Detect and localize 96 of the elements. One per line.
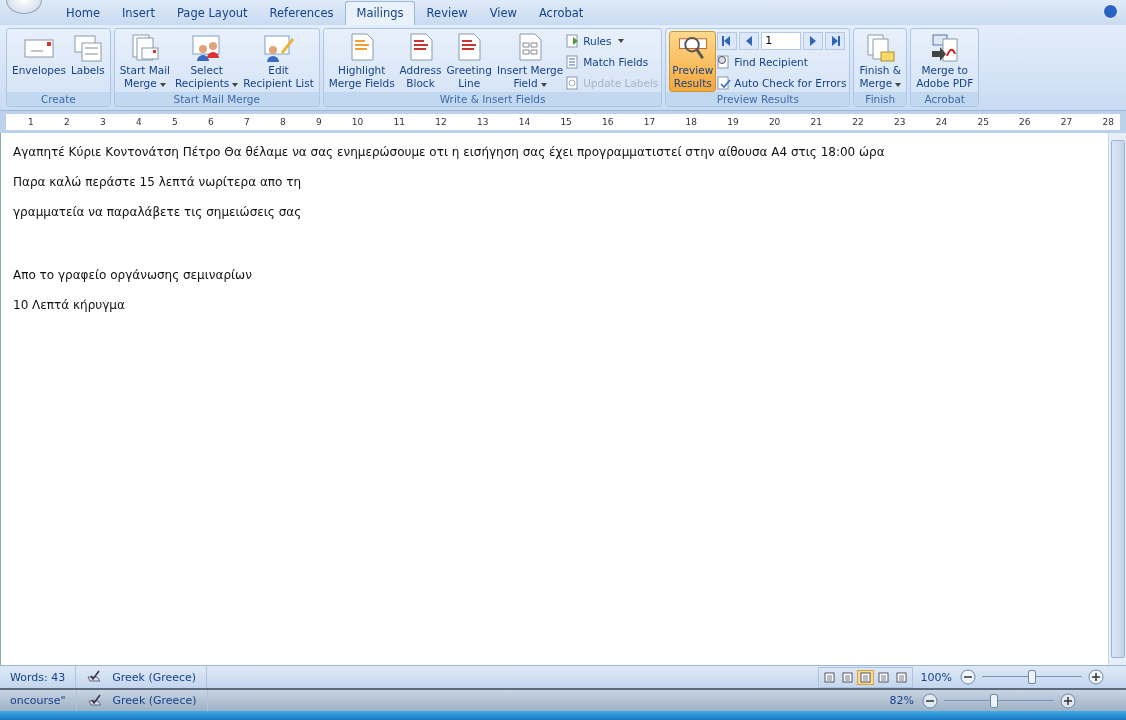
people-edit-icon [262, 32, 295, 64]
record-field[interactable]: 1 [761, 32, 802, 51]
ribbon-button[interactable]: Address Block [397, 31, 444, 92]
ribbon-button[interactable]: Envelopes [10, 31, 68, 92]
ruler-number: 24 [935, 117, 948, 127]
ruler-number: 4 [135, 117, 142, 127]
document-title: oncourse" [10, 694, 66, 707]
ruler-number: 14 [518, 117, 531, 127]
ribbon-tab[interactable]: Mailings [345, 1, 415, 25]
ribbon-tab[interactable]: Review [416, 2, 478, 25]
ribbon-button[interactable]: Finish & Merge [857, 31, 904, 92]
ruler-number: 28 [1102, 117, 1114, 127]
ruler-number: 21 [810, 117, 823, 127]
page-view-icon [823, 671, 835, 683]
page-view-icon [841, 671, 853, 683]
language-label[interactable]: Greek (Greece) [112, 694, 197, 707]
next-record-button[interactable] [803, 32, 824, 51]
ruler-number: 11 [393, 117, 405, 127]
ribbon-tab[interactable]: References [259, 2, 344, 25]
group-label: Create [7, 92, 110, 106]
ruler-number: 6 [207, 117, 214, 127]
paragraph: γραμματεία να παραλάβετε τις σημειώσεις σας [13, 205, 303, 219]
find-icon [717, 55, 732, 69]
group-label: Preview Results [666, 92, 850, 106]
language-label[interactable]: Greek (Greece) [112, 670, 197, 684]
ruler-number: 18 [685, 117, 697, 127]
zoom-in-icon[interactable] [1088, 669, 1104, 685]
paragraph: 10 Λεπτά κήρυγμα [13, 298, 126, 312]
page-view-icon [895, 671, 907, 683]
proofing-icon[interactable] [86, 693, 103, 708]
last-record-button[interactable] [825, 32, 846, 51]
view-button[interactable] [856, 669, 874, 685]
word-count[interactable]: Words: 43 [10, 670, 66, 684]
paragraph: Αγαπητέ Κύριε Κοντονάτση Πέτρο Θα θέλαμε να σας ενημερώσουμε οτι η εισήγηση σας έχει προγραμματιστεί στην αίθουσα Α4 στις 18:00 ώρα [13, 145, 886, 159]
zoom-level[interactable]: 82% [889, 694, 914, 707]
ribbon-button[interactable]: Select Recipients [173, 31, 241, 92]
documents-envelope-icon [864, 32, 897, 64]
scrollbar[interactable] [1108, 133, 1126, 665]
ruler-number: 7 [243, 117, 250, 127]
ruler-number: 26 [1019, 117, 1031, 127]
ribbon-tab[interactable]: Home [56, 2, 110, 25]
ruler-number: 16 [602, 117, 614, 127]
ruler-number: 19 [727, 117, 739, 127]
ruler-number: 5 [171, 117, 178, 127]
ribbon-button[interactable]: Auto Check for Errors [717, 73, 847, 92]
ruler-number: 8 [279, 117, 286, 127]
ruler-number: 12 [435, 117, 447, 127]
ruler-number: 22 [852, 117, 864, 127]
ruler-number: 13 [476, 117, 489, 127]
ruler-number: 20 [768, 117, 781, 127]
ruler-number: 23 [894, 117, 906, 127]
zoom-in-icon[interactable] [1060, 692, 1076, 709]
ribbon-button[interactable]: Start Mail Merge [117, 31, 173, 92]
check-icon [717, 75, 732, 90]
ruler-number: 25 [977, 117, 989, 127]
group-label: Start Mail Merge [114, 92, 319, 106]
ribbon-button[interactable]: Greeting Line [444, 31, 494, 92]
ruler-number: 15 [560, 117, 572, 127]
labels-icon [71, 32, 104, 64]
first-record-button[interactable] [717, 32, 738, 51]
ribbon-button[interactable]: Merge to Adobe PDF [914, 31, 976, 92]
zoom-out-icon[interactable] [960, 669, 976, 685]
ribbon-tab[interactable]: Page Layout [166, 2, 258, 25]
ribbon-tab[interactable]: Insert [111, 2, 165, 25]
ribbon-button[interactable]: Highlight Merge Fields [326, 31, 397, 92]
toggle-button[interactable]: Preview Results [669, 31, 717, 92]
proofing-icon[interactable] [86, 670, 103, 684]
paragraph: Απο το γραφείο οργάνωσης σεμιναρίων [13, 267, 253, 282]
ribbon-button[interactable]: Insert Merge Field [494, 31, 566, 92]
group-label: Acrobat [911, 92, 979, 106]
group-label: Write & Insert Fields [323, 92, 662, 106]
paragraph: Παρα καλώ περάστε 15 λεπτά νωρίτερα απο τη [13, 175, 303, 189]
ribbon-tab[interactable]: View [479, 2, 527, 25]
zoom-out-icon[interactable] [922, 692, 938, 709]
ribbon-button[interactable]: Match Fields [566, 52, 659, 72]
ruler-number: 10 [351, 117, 364, 127]
ruler-number: 17 [643, 117, 656, 127]
ruler-number: 1 [28, 117, 34, 127]
ribbon-button[interactable]: Find Recipient [717, 52, 847, 72]
table-icon [566, 55, 581, 69]
page-view-icon [859, 671, 871, 683]
people-icon [190, 32, 223, 64]
zoom-level[interactable]: 100% [920, 670, 952, 684]
group-label: Finish [854, 92, 907, 106]
last-icon [829, 35, 842, 48]
ruler-number: 3 [99, 117, 106, 127]
ruler-number: 27 [1060, 117, 1073, 127]
ruler-number: 2 [64, 117, 70, 127]
ruler-number: 9 [315, 117, 322, 127]
rules-icon [566, 34, 581, 49]
page-view-icon [877, 671, 889, 683]
ribbon-button[interactable]: Rules [566, 32, 659, 51]
ribbon-button[interactable]: Labels [68, 31, 107, 92]
ribbon-button[interactable]: Edit Recipient List [241, 31, 316, 92]
previous-record-button[interactable] [739, 32, 760, 51]
ribbon-tab[interactable]: Acrobat [528, 2, 594, 25]
